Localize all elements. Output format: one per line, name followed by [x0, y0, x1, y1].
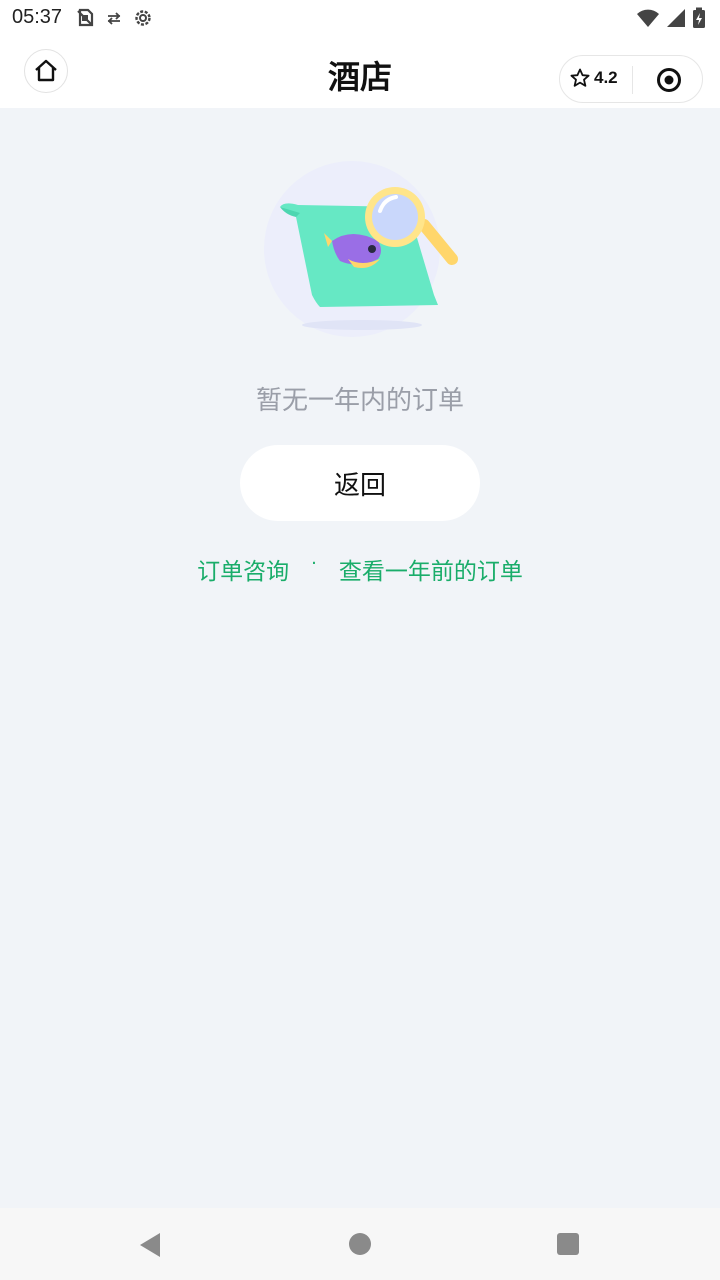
older-orders-link[interactable]: 查看一年前的订单: [339, 552, 523, 586]
order-consult-link[interactable]: 订单咨询: [197, 552, 289, 586]
data-saver-icon: [107, 12, 121, 25]
home-circle-icon[interactable]: [349, 1233, 371, 1255]
target-circle-icon[interactable]: [656, 67, 682, 93]
system-nav-bar: [0, 1208, 720, 1280]
empty-orders-illustration: [264, 161, 458, 337]
back-triangle-icon[interactable]: [138, 1232, 162, 1258]
status-icons-right: [636, 7, 706, 29]
battery-charging-icon: [693, 7, 705, 28]
nav-bar: 酒店 4.2: [0, 38, 720, 108]
rating-button[interactable]: 4.2: [570, 68, 618, 88]
recents-square-icon[interactable]: [557, 1233, 579, 1255]
settings-gear-icon: [135, 10, 151, 26]
wifi-icon: [637, 9, 659, 27]
status-bar: 05:37: [0, 0, 720, 38]
back-button[interactable]: 返回: [240, 445, 480, 521]
empty-state-message: 暂无一年内的订单: [255, 386, 464, 416]
star-outline-icon: [570, 68, 590, 87]
status-icons-left: [74, 7, 154, 29]
status-time: 05:37: [12, 6, 63, 28]
link-separator: ·: [311, 552, 317, 574]
capsule-menu: 4.2: [559, 55, 703, 103]
links-row: 订单咨询 · 查看一年前的订单: [0, 552, 720, 586]
capsule-divider: [632, 66, 633, 94]
rating-value: 4.2: [594, 68, 618, 87]
no-sim-icon: [77, 8, 94, 27]
cell-signal-icon: [667, 9, 685, 27]
